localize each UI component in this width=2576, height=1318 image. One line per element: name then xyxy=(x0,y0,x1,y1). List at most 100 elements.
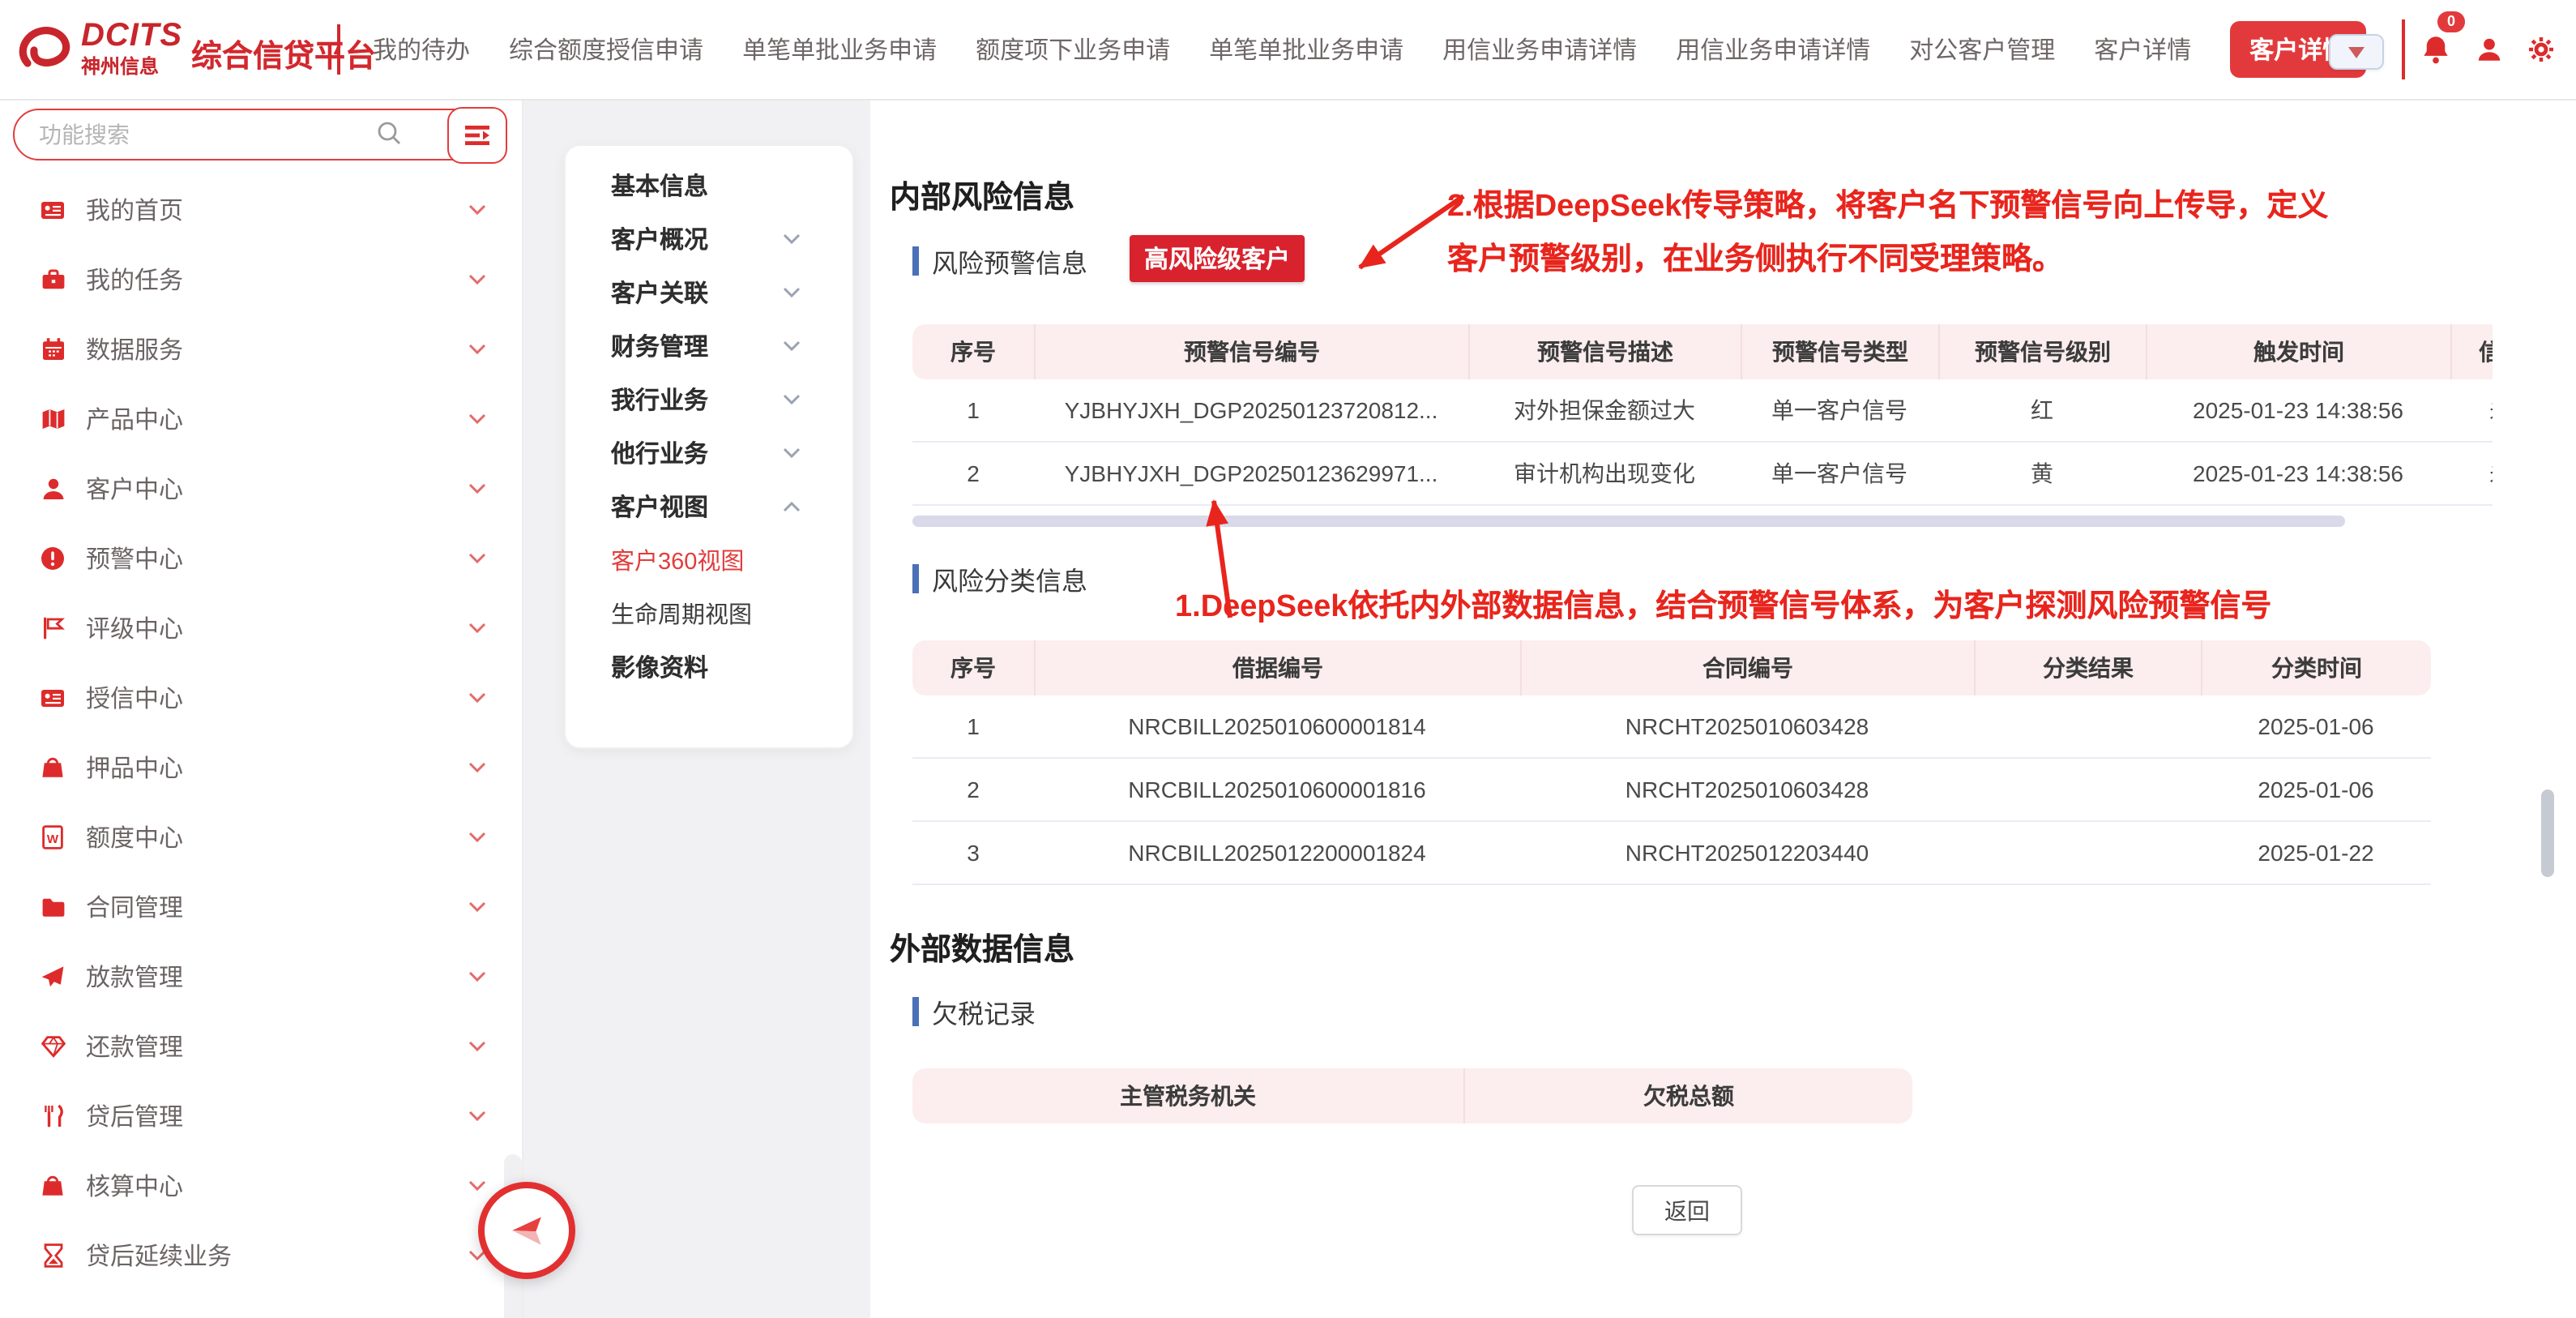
sidebar-item-data-service[interactable]: 数据服务 xyxy=(0,315,522,384)
vertical-scrollbar[interactable] xyxy=(2541,790,2554,877)
nav-item-customer-detail[interactable]: 客户详情 xyxy=(2094,32,2191,66)
product-name: 综合信贷平台 xyxy=(191,32,376,76)
sidebar-item-accounting-center[interactable]: 核算中心 xyxy=(0,1151,522,1221)
submenu-label: 他行业务 xyxy=(611,436,708,470)
table-cell: 单一客户信号 xyxy=(1741,394,1938,426)
submenu-item-customer-view[interactable]: 客户视图 xyxy=(566,480,852,533)
risk-classify-table: 序号 借据编号 合同编号 分类结果 分类时间 1 NRCBILL20250106… xyxy=(912,640,2431,885)
collapse-panel-button[interactable] xyxy=(478,1182,575,1279)
search-icon xyxy=(376,120,402,146)
nav-item-single-batch-2[interactable]: 单笔单批业务申请 xyxy=(1209,32,1403,66)
sidebar-item-post-loan-mgmt[interactable]: 贷后管理 xyxy=(0,1081,522,1151)
table-cell: 2025-01-23 14:38:56 xyxy=(2146,397,2450,423)
bell-icon[interactable] xyxy=(2421,34,2450,65)
shopping-bag-icon xyxy=(39,755,66,780)
submenu-label: 影像资料 xyxy=(611,650,708,684)
nav-item-loan-detail-1[interactable]: 用信业务申请详情 xyxy=(1442,32,1637,66)
chevron-down-icon xyxy=(783,394,801,405)
nav-item-loan-detail-2[interactable]: 用信业务申请详情 xyxy=(1676,32,1870,66)
nav-menu: 我的待办 综合额度授信申请 单笔单批业务申请 额度项下业务申请 单笔单批业务申请… xyxy=(373,0,2366,99)
chevron-down-icon xyxy=(468,553,486,564)
sidebar-item-contract-mgmt[interactable]: 合同管理 xyxy=(0,872,522,942)
menu-collapse-button[interactable] xyxy=(447,107,507,164)
sidebar-menu: 我的首页 我的任务 数据服务 产品中心 客户中心 xyxy=(0,175,522,1290)
horizontal-scrollbar[interactable] xyxy=(912,516,2345,527)
sidebar-item-label: 额度中心 xyxy=(86,820,183,854)
id-card-icon xyxy=(39,198,66,222)
nav-item-quota-under[interactable]: 额度项下业务申请 xyxy=(976,32,1170,66)
customer-detail-submenu: 基本信息 客户概况 客户关联 财务管理 我行业务 他行业务 客户视图 客户360… xyxy=(564,144,854,749)
section-title-external-data: 外部数据信息 xyxy=(890,926,1074,969)
submenu-item-customer-overview[interactable]: 客户概况 xyxy=(566,212,852,266)
company-subname: 神州信息 xyxy=(81,57,182,76)
submenu-label: 基本信息 xyxy=(611,169,708,203)
chevron-down-icon xyxy=(468,1180,486,1192)
submenu-item-our-bank-business[interactable]: 我行业务 xyxy=(566,373,852,426)
submenu-item-image-files[interactable]: 影像资料 xyxy=(566,640,852,694)
sidebar-item-warning-center[interactable]: 预警中心 xyxy=(0,524,522,593)
search-input[interactable] xyxy=(13,109,494,160)
column-header: 序号 xyxy=(912,640,1034,695)
primary-sidebar: 我的首页 我的任务 数据服务 产品中心 客户中心 xyxy=(0,99,523,1318)
svg-text:W: W xyxy=(47,832,59,846)
nav-item-my-todo[interactable]: 我的待办 xyxy=(373,32,470,66)
table-cell: 2025-01-06 xyxy=(2201,713,2431,739)
company-name: DCITS xyxy=(81,19,182,52)
gear-icon[interactable] xyxy=(2528,36,2554,63)
submenu-item-other-bank-business[interactable]: 他行业务 xyxy=(566,426,852,480)
table-cell: NRCHT2025012203440 xyxy=(1520,840,1974,866)
table-cell: 1 xyxy=(912,397,1034,423)
section-label: 风险预警信息 xyxy=(932,242,1087,280)
sidebar-item-label: 放款管理 xyxy=(86,960,183,994)
sidebar-item-my-home[interactable]: 我的首页 xyxy=(0,175,522,245)
table-row: 2 NRCBILL2025010600001816 NRCHT202501060… xyxy=(912,759,2431,822)
submenu-item-basic-info[interactable]: 基本信息 xyxy=(566,159,852,212)
column-header: 序号 xyxy=(912,324,1034,379)
high-risk-badge: 高风险级客户 xyxy=(1130,235,1305,282)
map-icon xyxy=(39,407,66,431)
nav-item-corp-customer[interactable]: 对公客户管理 xyxy=(1909,32,2055,66)
chevron-down-icon xyxy=(468,344,486,355)
chevron-down-icon xyxy=(783,233,801,245)
column-header: 借据编号 xyxy=(1034,640,1520,695)
table-cell: 2025-01-23 14:38:56 xyxy=(2146,460,2450,486)
submenu-item-customer-360-view[interactable]: 客户360视图 xyxy=(566,533,852,587)
submenu-label-active: 客户360视图 xyxy=(611,543,744,577)
nav-item-credit-apply[interactable]: 综合额度授信申请 xyxy=(509,32,703,66)
sidebar-item-rating-center[interactable]: 评级中心 xyxy=(0,593,522,663)
nav-item-single-batch-1[interactable]: 单笔单批业务申请 xyxy=(742,32,937,66)
dcits-logo-icon xyxy=(13,21,75,76)
back-button[interactable]: 返回 xyxy=(1632,1185,1742,1235)
user-icon[interactable] xyxy=(2476,36,2502,63)
submenu-label: 客户关联 xyxy=(611,276,708,310)
sidebar-item-post-loan-continuation[interactable]: 贷后延续业务 xyxy=(0,1221,522,1290)
arrow-left-icon xyxy=(502,1208,551,1253)
section-label: 欠税记录 xyxy=(932,992,1036,1031)
sidebar-item-collateral-center[interactable]: 押品中心 xyxy=(0,733,522,802)
sidebar-item-label: 我的首页 xyxy=(86,193,183,227)
flag-icon xyxy=(39,616,66,640)
warning-info-header: 风险预警信息 xyxy=(912,242,1087,280)
sidebar-item-credit-center[interactable]: 授信中心 xyxy=(0,663,522,733)
submenu-item-finance-mgmt[interactable]: 财务管理 xyxy=(566,319,852,373)
submenu-label: 生命周期视图 xyxy=(611,597,752,631)
table-row: 3 NRCBILL2025012200001824 NRCHT202501220… xyxy=(912,822,2431,885)
sidebar-item-label: 评级中心 xyxy=(86,611,183,645)
sidebar-item-disbursement-mgmt[interactable]: 放款管理 xyxy=(0,942,522,1012)
sidebar-item-product-center[interactable]: 产品中心 xyxy=(0,384,522,454)
nav-dropdown-button[interactable] xyxy=(2329,34,2384,70)
sidebar-item-customer-center[interactable]: 客户中心 xyxy=(0,454,522,524)
table-cell: NRCHT2025010603428 xyxy=(1520,713,1974,739)
utensils-icon xyxy=(39,1104,66,1128)
submenu-item-lifecycle-view[interactable]: 生命周期视图 xyxy=(566,587,852,640)
chevron-down-icon xyxy=(468,623,486,634)
sidebar-item-quota-center[interactable]: W 额度中心 xyxy=(0,802,522,872)
submenu-item-customer-relation[interactable]: 客户关联 xyxy=(566,266,852,319)
tax-arrears-table: 主管税务机关 欠税总额 xyxy=(912,1068,1912,1123)
folder-icon xyxy=(39,895,66,919)
table-header-row: 序号 预警信号编号 预警信号描述 预警信号类型 预警信号级别 触发时间 信号状态 xyxy=(912,324,2493,379)
sidebar-item-label: 预警中心 xyxy=(86,541,183,576)
sidebar-item-repayment-mgmt[interactable]: 还款管理 xyxy=(0,1012,522,1081)
section-label: 风险分类信息 xyxy=(932,559,1087,598)
sidebar-item-my-tasks[interactable]: 我的任务 xyxy=(0,245,522,315)
